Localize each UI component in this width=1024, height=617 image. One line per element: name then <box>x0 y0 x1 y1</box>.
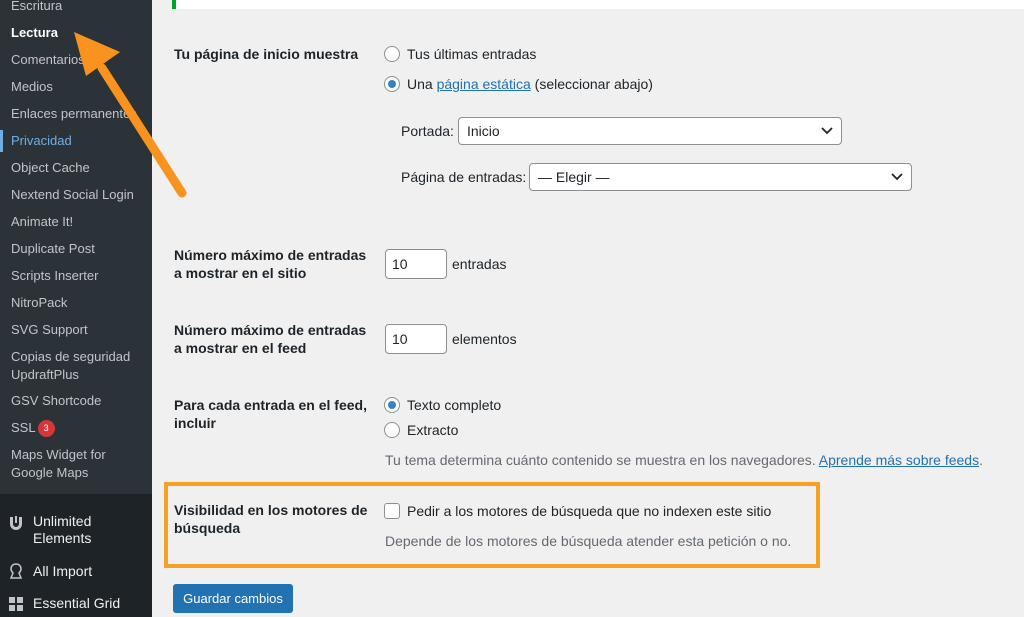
feeds-help-link[interactable]: Aprende más sobre feeds <box>819 452 979 468</box>
chevron-down-icon <box>821 127 833 135</box>
sidebar-item-label: Unlimited Elements <box>33 513 92 546</box>
posts-page-select[interactable]: — Elegir — <box>529 163 912 191</box>
sidebar-item-unlimited-elements[interactable]: Unlimited Elements <box>0 512 152 548</box>
sidebar-item-label: Essential Grid <box>33 595 121 611</box>
excerpt-label[interactable]: Extracto <box>407 421 458 439</box>
posts-per-page-unit: entradas <box>452 256 507 272</box>
latest-posts-label[interactable]: Tus últimas entradas <box>407 45 536 63</box>
update-count-badge: 3 <box>37 420 55 438</box>
sidebar-item-label: UpdraftPlus <box>11 367 79 382</box>
latest-posts-radio[interactable] <box>384 46 400 62</box>
feed-content-label: Para cada entrada en el feed, incluir <box>174 397 367 431</box>
all-import-icon <box>9 563 23 579</box>
portada-selected-value: Inicio <box>467 123 500 139</box>
active-indicator <box>0 130 3 152</box>
sidebar-item-duplicate-post[interactable]: Duplicate Post <box>11 240 95 258</box>
chevron-down-icon <box>891 173 903 181</box>
sidebar-item-maps-widget[interactable]: Maps Widget for Google Maps <box>11 446 106 482</box>
sidebar-item-svg-support[interactable]: SVG Support <box>11 321 88 339</box>
sidebar-item-essential-grid[interactable]: Essential Grid <box>0 594 152 614</box>
save-button[interactable]: Guardar cambios <box>173 584 293 613</box>
static-page-label[interactable]: Una página estática (seleccionar abajo) <box>407 75 653 93</box>
static-page-link[interactable]: página estática <box>437 76 531 92</box>
sidebar-item-label: All Import <box>33 563 93 579</box>
sidebar-item-medios[interactable]: Medios <box>11 78 53 96</box>
full-text-radio[interactable] <box>384 397 400 413</box>
grid-icon <box>9 597 23 611</box>
sidebar-item-gsv-shortcode[interactable]: GSV Shortcode <box>11 392 101 410</box>
feed-content-description: Tu tema determina cuánto contenido se mu… <box>385 452 983 468</box>
sidebar-item-label: SSL <box>11 420 36 435</box>
sidebar-item-scripts-inserter[interactable]: Scripts Inserter <box>11 267 98 285</box>
sidebar-item-label: Maps Widget for <box>11 447 106 462</box>
annotation-arrow-icon <box>74 32 187 198</box>
full-text-label[interactable]: Texto completo <box>407 396 501 414</box>
sidebar-item-ssl[interactable]: SSL 3 <box>11 419 55 438</box>
unlimited-elements-icon <box>10 516 22 530</box>
posts-page-label: Página de entradas: <box>401 169 527 185</box>
sidebar-item-label: Google Maps <box>11 465 89 480</box>
portada-label: Portada: <box>401 123 454 139</box>
sidebar-item-all-import[interactable]: All Import <box>0 562 152 582</box>
sidebar-item-nitropack[interactable]: NitroPack <box>11 294 67 312</box>
highlight-box <box>164 482 820 568</box>
notice-box <box>172 0 1024 9</box>
sidebar-item-escritura[interactable]: Escritura <box>11 0 62 15</box>
static-page-radio[interactable] <box>384 76 400 92</box>
sidebar-item-label: Copias de seguridad <box>11 349 131 364</box>
feed-items-input[interactable] <box>385 324 447 354</box>
sidebar-item-updraftplus[interactable]: Copias de seguridad UpdraftPlus <box>11 348 130 384</box>
posts-per-page-label: Número máximo de entradas a mostrar en el… <box>174 247 367 281</box>
feed-items-unit: elementos <box>452 331 517 347</box>
posts-page-selected-value: — Elegir — <box>538 169 610 185</box>
feed-items-label: Número máximo de entradas a mostrar en el… <box>174 322 367 356</box>
sidebar-item-animate[interactable]: Animate It! <box>11 213 73 231</box>
excerpt-radio[interactable] <box>384 422 400 438</box>
portada-select[interactable]: Inicio <box>458 117 842 145</box>
posts-per-page-input[interactable] <box>385 249 447 279</box>
sidebar-item-lectura[interactable]: Lectura <box>11 24 58 42</box>
front-page-label: Tu página de inicio muestra <box>174 46 359 62</box>
